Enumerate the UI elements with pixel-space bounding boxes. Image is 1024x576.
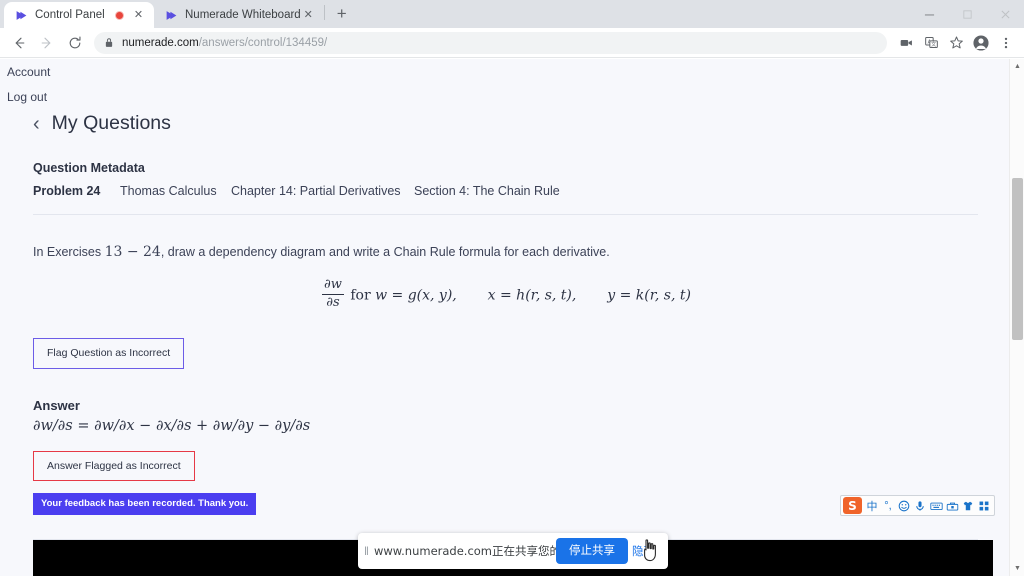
question-suffix: , draw a dependency diagram and write a … (160, 245, 610, 259)
browser-tab-bar: Control Panel ✕ Numerade Whiteboard ✕ + (0, 0, 1024, 28)
profile-avatar-icon[interactable] (969, 31, 993, 55)
tab-divider (323, 5, 325, 20)
page-title: My Questions (51, 112, 171, 134)
account-links: Account Log out (0, 59, 1024, 104)
browser-tab-numerade-whiteboard[interactable]: Numerade Whiteboard ✕ (154, 2, 324, 28)
stop-sharing-button[interactable]: 停止共享 (556, 538, 628, 564)
flag-question-as-incorrect-button[interactable]: Flag Question as Incorrect (33, 338, 185, 369)
chinese-mode-icon[interactable]: 中 (864, 497, 880, 514)
formula-y-definition: y = k(r, s, t) (607, 287, 691, 304)
metadata-book: Thomas Calculus (120, 184, 217, 198)
my-questions-header: ‹ My Questions (33, 112, 978, 135)
window-controls (910, 0, 1024, 28)
numerade-play-icon (164, 8, 178, 22)
scrollbar-thumb[interactable] (1012, 178, 1023, 340)
reload-button[interactable] (62, 30, 88, 56)
soft-keyboard-icon[interactable] (928, 497, 944, 514)
account-link[interactable]: Account (7, 65, 1024, 79)
sogou-ime-toolbar[interactable]: S 中 °, (840, 495, 995, 516)
answer-flagged-as-incorrect-button[interactable]: Answer Flagged as Incorrect (33, 450, 195, 482)
formula-w-definition: w = g(x, y), (375, 287, 457, 304)
formula-x-definition: x = h(r, s, t), (487, 287, 577, 304)
toolbox-icon[interactable] (944, 497, 960, 514)
browser-tab-control-panel[interactable]: Control Panel ✕ (4, 2, 154, 28)
three-dot-menu-icon[interactable] (994, 31, 1018, 55)
translate-icon[interactable]: A文 (919, 31, 943, 55)
fraction-numerator: ∂w (322, 277, 344, 296)
url-domain: numerade.com (122, 36, 199, 49)
question-formula: ∂w ∂s for w = g(x, y), x = h(r, s, t), y… (33, 277, 978, 312)
partial-derivative-fraction: ∂w ∂s (322, 277, 344, 311)
question-text: In Exercises 13 − 24, draw a dependency … (33, 242, 978, 262)
numerade-play-icon (14, 8, 28, 22)
formula-for-word: for (350, 287, 371, 304)
metadata-problem: Problem 24 (33, 184, 101, 198)
bookmark-star-icon[interactable] (944, 31, 968, 55)
window-close-button[interactable] (986, 0, 1024, 28)
screen-share-message: www.numerade.com正在共享您的屏幕。 (373, 544, 556, 558)
hide-sharing-bar-button[interactable]: 隐藏 (632, 543, 662, 559)
answer-heading: Answer (33, 397, 80, 413)
emoji-icon[interactable] (896, 497, 912, 514)
answer-formula: ∂w/∂s = ∂w/∂x − ∂x/∂s + ∂w/∂y − ∂y/∂s (33, 417, 311, 434)
browser-toolbar: numerade.com/answers/control/134459/ A文 (0, 28, 1024, 58)
new-tab-button[interactable]: + (329, 1, 355, 27)
punctuation-toggle-icon[interactable]: °, (880, 497, 896, 514)
sogou-logo-icon[interactable]: S (843, 497, 862, 514)
tab-title: Numerade Whiteboard (185, 9, 301, 21)
tab-close-button[interactable]: ✕ (301, 8, 316, 23)
metadata-section: Section 4: The Chain Rule (414, 184, 560, 198)
tab-title: Control Panel (35, 9, 105, 21)
page-scrollbar[interactable]: ▲ ▼ (1009, 59, 1024, 576)
logout-link[interactable]: Log out (7, 90, 1024, 104)
video-camera-icon[interactable] (894, 31, 918, 55)
window-maximize-button[interactable] (948, 0, 986, 28)
question-range: 13 − 24 (104, 244, 161, 260)
app-grid-icon[interactable] (976, 497, 992, 514)
svg-text:文: 文 (931, 41, 936, 48)
feedback-recorded-badge: Your feedback has been recorded. Thank y… (33, 493, 257, 515)
drag-handle-icon[interactable]: ‖ (362, 544, 372, 558)
back-chevron-icon[interactable]: ‹ (33, 114, 40, 134)
metadata-heading: Question Metadata (33, 161, 145, 175)
scrollbar-down-arrow[interactable]: ▼ (1010, 561, 1024, 576)
recording-indicator-icon (115, 10, 124, 20)
back-button[interactable] (6, 30, 32, 56)
metadata-row: Problem 24 Thomas Calculus Chapter 14: P… (33, 184, 978, 215)
skin-theme-icon[interactable] (960, 497, 976, 514)
window-minimize-button[interactable] (910, 0, 948, 28)
url-path: /answers/control/134459/ (198, 36, 328, 49)
tabstrip: Control Panel ✕ Numerade Whiteboard ✕ + (0, 0, 910, 28)
lock-icon (104, 37, 114, 48)
address-bar-url: numerade.com/answers/control/134459/ (122, 37, 327, 49)
screen-share-notification-bar: ‖ www.numerade.com正在共享您的屏幕。 停止共享 隐藏 (358, 533, 668, 569)
question-prefix: In Exercises (33, 245, 105, 259)
address-bar[interactable]: numerade.com/answers/control/134459/ (94, 31, 887, 54)
tab-close-button[interactable]: ✕ (131, 8, 146, 23)
scrollbar-up-arrow[interactable]: ▲ (1010, 59, 1024, 74)
forward-button[interactable] (34, 30, 60, 56)
fraction-denominator: ∂s (326, 295, 340, 311)
voice-input-icon[interactable] (912, 497, 928, 514)
metadata-chapter: Chapter 14: Partial Derivatives (231, 184, 401, 198)
